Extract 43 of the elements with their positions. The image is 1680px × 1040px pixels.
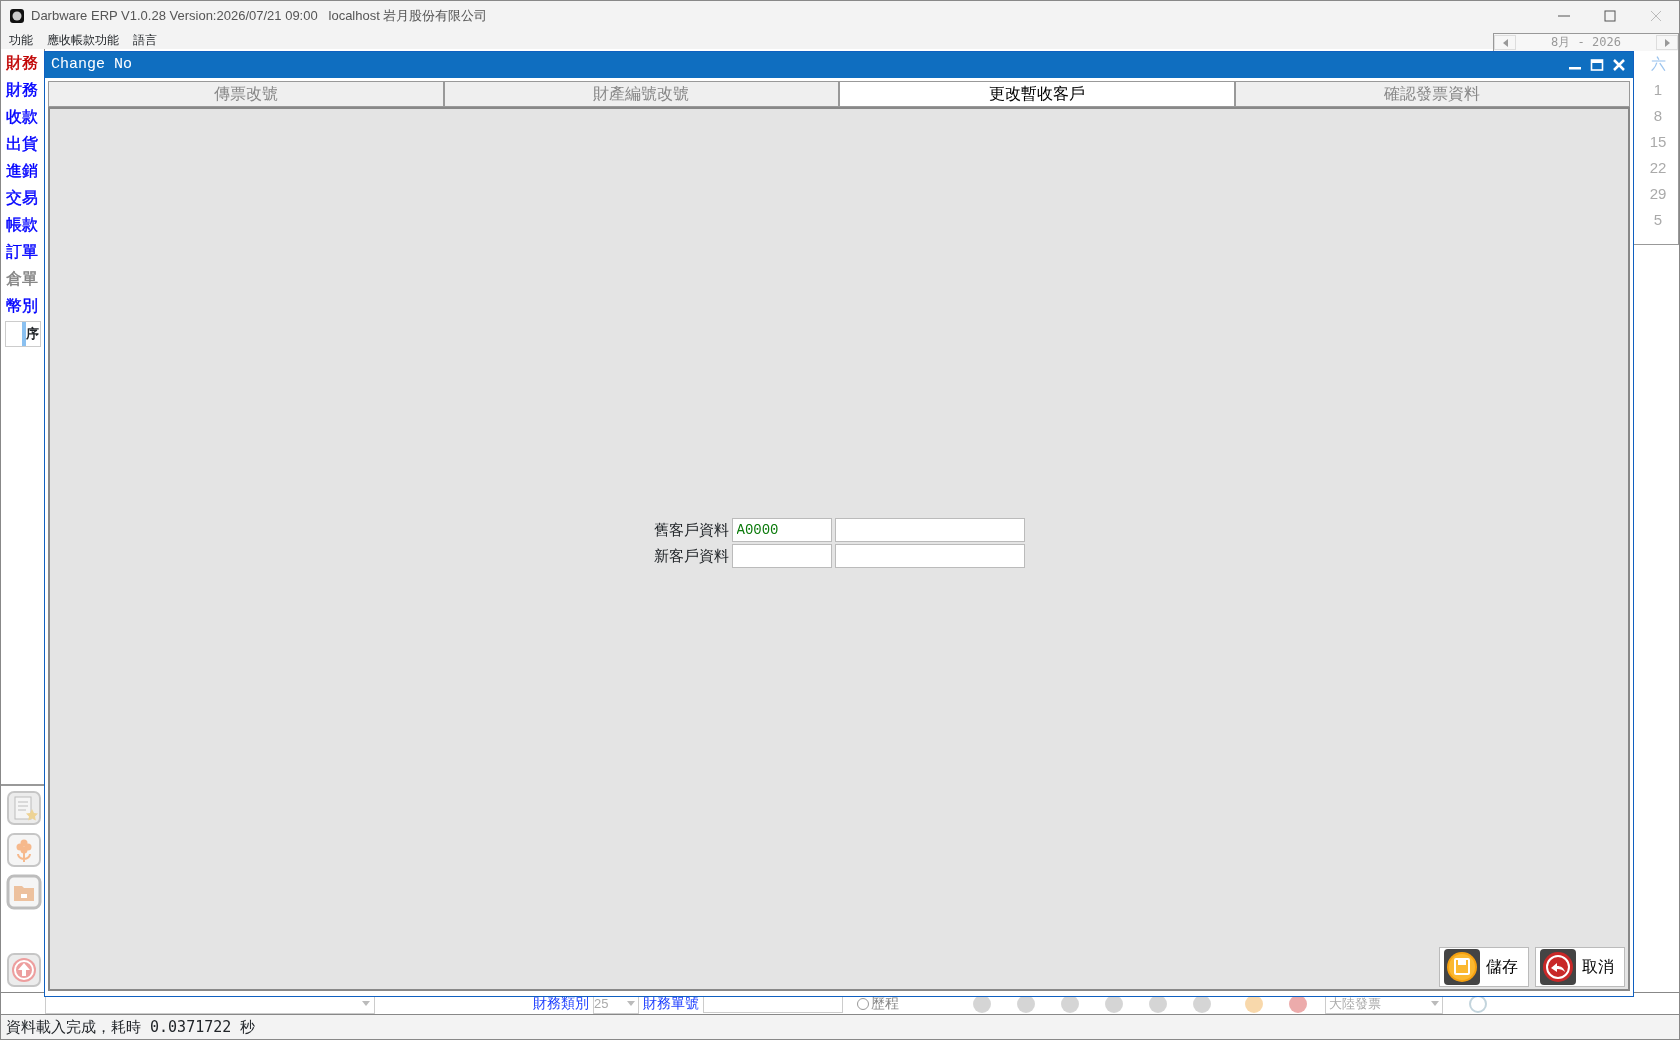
next-month-button[interactable] (1656, 35, 1678, 50)
sidebar-link[interactable]: 交易 (1, 184, 44, 211)
save-button[interactable]: 儲存 (1439, 947, 1529, 987)
sidebar-link[interactable]: 幣別 (1, 292, 44, 319)
sidebar-link[interactable]: 倉單 (1, 265, 44, 292)
sidebar-link[interactable]: 財務 (1, 76, 44, 103)
previous-month-button[interactable] (1494, 35, 1516, 50)
caret-icon (1431, 1001, 1439, 1006)
field-label: 財務類別 (533, 994, 589, 1013)
maximize-icon[interactable] (1589, 57, 1605, 73)
dialog-title: Change No (51, 54, 132, 75)
name-field[interactable] (834, 518, 1025, 542)
close-icon[interactable] (1611, 57, 1627, 73)
app-logo-icon (9, 8, 25, 24)
menu-item[interactable]: 應收帳款功能 (47, 31, 119, 49)
dropdown-value: 25 (594, 994, 609, 1013)
tab[interactable]: 更改暫收客戶 (839, 81, 1235, 107)
calendar-month: 8月 - 2026 (1550, 35, 1622, 50)
window-title: Darbware ERP V1.0.28 Version:2026/07/21 09:00 localhost 岩月股份有限公司 (31, 7, 488, 26)
cancel-button[interactable]: 取消 (1535, 947, 1625, 987)
sidebar-link[interactable]: 訂單 (1, 238, 44, 265)
weekday-label: 六 (1650, 54, 1666, 74)
floppy-disk-icon (1444, 949, 1480, 985)
name-field[interactable] (834, 544, 1025, 568)
sidebar-link[interactable]: 出貨 (1, 130, 44, 157)
field-label: 舊客戶資料 (653, 519, 729, 540)
code-field[interactable] (731, 544, 832, 568)
menu-item[interactable]: 功能 (9, 31, 33, 49)
field-label: 新客戶資料 (653, 545, 729, 566)
code-field[interactable]: A0000 (731, 518, 832, 542)
field-label: 財務單號 (643, 994, 699, 1013)
sidebar-link[interactable]: 財務 (1, 49, 44, 76)
caret-icon (362, 1001, 370, 1006)
sidebar-link[interactable]: 收款 (1, 103, 44, 130)
caret-icon (627, 1001, 635, 1006)
back-arrow-icon (1540, 949, 1576, 985)
table-header: 序 (22, 322, 40, 346)
right-triangle-icon (1663, 37, 1671, 48)
menu-item[interactable]: 語言 (133, 31, 157, 49)
sidebar-link[interactable]: 帳款 (1, 211, 44, 238)
dropdown-value: 大陸發票 (1329, 994, 1381, 1013)
sidebar-link[interactable]: 進銷 (1, 157, 44, 184)
left-triangle-icon (1501, 37, 1509, 48)
